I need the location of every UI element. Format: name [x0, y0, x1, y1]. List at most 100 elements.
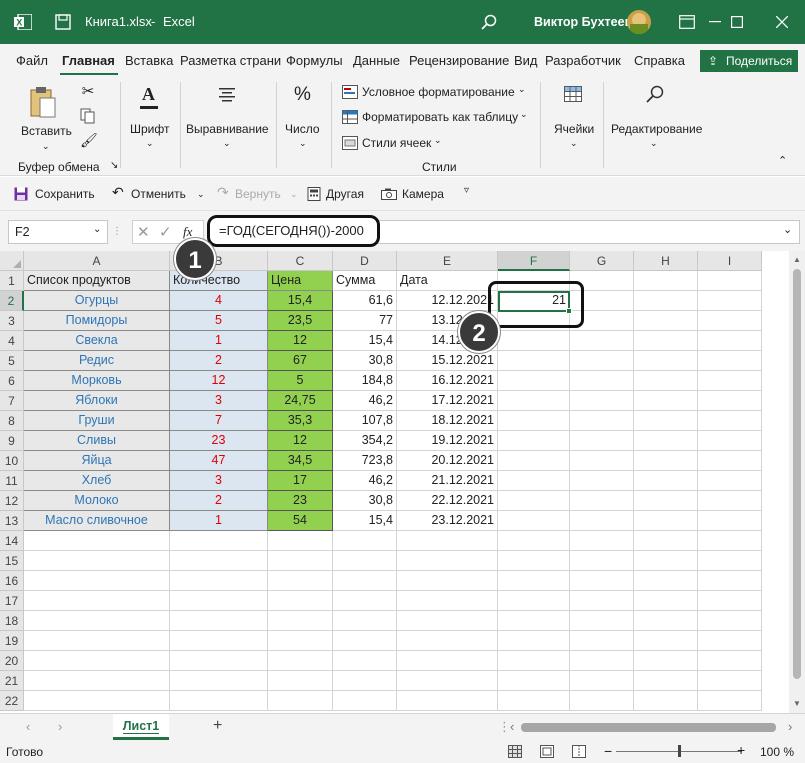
- empty-cell[interactable]: [570, 631, 634, 651]
- row-header[interactable]: 1: [0, 271, 24, 291]
- empty-cell[interactable]: [698, 311, 762, 331]
- undo-icon[interactable]: ↶: [112, 184, 124, 201]
- empty-cell[interactable]: [634, 691, 698, 711]
- empty-cell[interactable]: [498, 651, 570, 671]
- empty-cell[interactable]: [498, 591, 570, 611]
- empty-cell[interactable]: [333, 551, 397, 571]
- sheet-tab-list1[interactable]: Лист1: [113, 714, 169, 740]
- sum-cell[interactable]: 30,8: [333, 351, 397, 371]
- tab-view[interactable]: Вид: [514, 53, 538, 68]
- share-button[interactable]: ⇪ Поделиться: [700, 50, 798, 72]
- empty-cell[interactable]: [570, 591, 634, 611]
- empty-cell[interactable]: [698, 491, 762, 511]
- empty-cell[interactable]: [698, 351, 762, 371]
- column-header-f[interactable]: F: [498, 251, 570, 271]
- empty-cell[interactable]: [333, 531, 397, 551]
- row-header[interactable]: 19: [0, 631, 24, 651]
- empty-cell[interactable]: [634, 451, 698, 471]
- empty-cell[interactable]: [634, 411, 698, 431]
- empty-cell[interactable]: [570, 671, 634, 691]
- column-header-g[interactable]: G: [570, 251, 634, 271]
- empty-cell[interactable]: [570, 651, 634, 671]
- tab-developer[interactable]: Разработчик: [545, 53, 621, 68]
- empty-cell[interactable]: [634, 491, 698, 511]
- row-header[interactable]: 13: [0, 511, 24, 531]
- empty-cell[interactable]: [634, 591, 698, 611]
- empty-cell[interactable]: [24, 591, 170, 611]
- row-header[interactable]: 3: [0, 311, 24, 331]
- empty-cell[interactable]: [698, 591, 762, 611]
- empty-cell[interactable]: [498, 511, 570, 531]
- empty-cell[interactable]: [570, 371, 634, 391]
- empty-cell[interactable]: [170, 551, 268, 571]
- empty-cell[interactable]: [397, 571, 498, 591]
- zoom-in-button[interactable]: +: [737, 742, 745, 758]
- quantity-cell[interactable]: 2: [170, 491, 268, 511]
- column-header-d[interactable]: D: [333, 251, 397, 271]
- zoom-out-button[interactable]: −: [604, 743, 612, 759]
- page-break-view-icon[interactable]: [572, 745, 586, 758]
- empty-cell[interactable]: [698, 611, 762, 631]
- price-cell[interactable]: 34,5: [268, 451, 333, 471]
- select-all-corner[interactable]: [0, 251, 24, 271]
- date-cell[interactable]: 20.12.2021: [397, 451, 498, 471]
- empty-cell[interactable]: [498, 671, 570, 691]
- empty-cell[interactable]: [634, 531, 698, 551]
- chevron-down-icon[interactable]: ⌄: [42, 141, 50, 152]
- empty-cell[interactable]: [498, 631, 570, 651]
- empty-cell[interactable]: [634, 651, 698, 671]
- column-header-c[interactable]: C: [268, 251, 333, 271]
- empty-cell[interactable]: [634, 471, 698, 491]
- empty-cell[interactable]: [634, 351, 698, 371]
- chevron-down-icon[interactable]: ⌄: [197, 189, 205, 200]
- empty-cell[interactable]: [333, 571, 397, 591]
- empty-cell[interactable]: [570, 391, 634, 411]
- product-name-cell[interactable]: Помидоры: [24, 311, 170, 331]
- paste-button[interactable]: Вставить: [18, 82, 72, 142]
- empty-cell[interactable]: [570, 351, 634, 371]
- quantity-cell[interactable]: 7: [170, 411, 268, 431]
- empty-cell[interactable]: [498, 451, 570, 471]
- row-header[interactable]: 15: [0, 551, 24, 571]
- date-cell[interactable]: 19.12.2021: [397, 431, 498, 451]
- empty-cell[interactable]: [397, 591, 498, 611]
- price-cell[interactable]: 12: [268, 431, 333, 451]
- empty-cell[interactable]: [268, 571, 333, 591]
- price-cell[interactable]: 17: [268, 471, 333, 491]
- empty-cell[interactable]: [698, 291, 762, 311]
- empty-cell[interactable]: [498, 571, 570, 591]
- row-header[interactable]: 6: [0, 371, 24, 391]
- empty-cell[interactable]: [170, 531, 268, 551]
- empty-cell[interactable]: [634, 671, 698, 691]
- row-header[interactable]: 16: [0, 571, 24, 591]
- empty-cell[interactable]: [24, 691, 170, 711]
- empty-cell[interactable]: [634, 311, 698, 331]
- collapse-ribbon-icon[interactable]: ⌃: [778, 154, 787, 167]
- empty-cell[interactable]: [397, 551, 498, 571]
- quantity-cell[interactable]: 12: [170, 371, 268, 391]
- empty-cell[interactable]: [24, 531, 170, 551]
- empty-cell[interactable]: [268, 611, 333, 631]
- empty-cell[interactable]: [498, 431, 570, 451]
- product-name-cell[interactable]: Сливы: [24, 431, 170, 451]
- date-cell[interactable]: 22.12.2021: [397, 491, 498, 511]
- editing-button[interactable]: Редактирование ⌄: [608, 82, 703, 152]
- empty-cell[interactable]: [498, 551, 570, 571]
- empty-cell[interactable]: [698, 391, 762, 411]
- cells-button[interactable]: Ячейки ⌄: [548, 82, 600, 152]
- price-cell[interactable]: 15,4: [268, 291, 333, 311]
- empty-cell[interactable]: [634, 331, 698, 351]
- row-header[interactable]: 8: [0, 411, 24, 431]
- spreadsheet-grid[interactable]: ABCDEFGHI 1 2 3 4 5 6 7 8 9 10 11 12 13 14 15 16 17 18 19 2…: [0, 251, 805, 713]
- empty-cell[interactable]: [634, 551, 698, 571]
- sum-cell[interactable]: 46,2: [333, 391, 397, 411]
- date-cell[interactable]: 18.12.2021: [397, 411, 498, 431]
- empty-cell[interactable]: [397, 671, 498, 691]
- date-cell[interactable]: 15.12.2021: [397, 351, 498, 371]
- empty-cell[interactable]: [698, 431, 762, 451]
- empty-cell[interactable]: [634, 431, 698, 451]
- quantity-cell[interactable]: 23: [170, 431, 268, 451]
- empty-cell[interactable]: [170, 631, 268, 651]
- cut-icon[interactable]: ✂: [80, 84, 96, 100]
- page-layout-view-icon[interactable]: [540, 745, 554, 758]
